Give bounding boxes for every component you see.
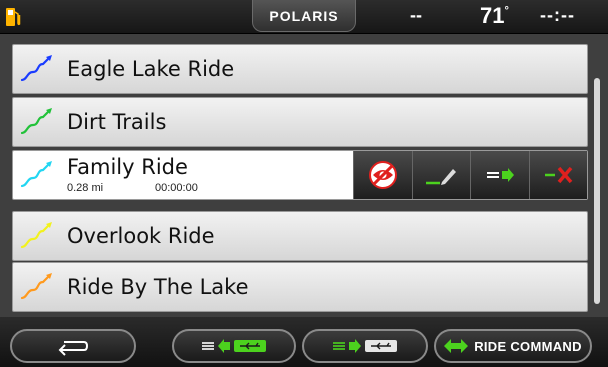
speed-readout: --	[410, 5, 422, 25]
temperature-unit: °	[504, 5, 509, 17]
route-icon	[20, 55, 52, 82]
status-bar: POLARIS -- 71° --:--	[0, 0, 608, 34]
double-arrow-icon	[444, 339, 469, 353]
ride-item-family-ride[interactable]: Family Ride 0.28 mi 00:00:00	[12, 150, 588, 200]
route-icon	[20, 161, 52, 188]
ride-item-eagle-lake[interactable]: Eagle Lake Ride	[12, 44, 588, 94]
ride-item-dirt-trails[interactable]: Dirt Trails	[12, 97, 588, 147]
ride-item-overlook[interactable]: Overlook Ride	[12, 211, 588, 261]
hide-ride-button[interactable]	[353, 151, 412, 199]
clock-readout: --:--	[540, 5, 575, 25]
route-icon	[20, 273, 52, 300]
list-scrollbar[interactable]	[594, 78, 600, 304]
ride-item-ride-by-the-lake[interactable]: Ride By The Lake	[12, 262, 588, 312]
ride-name: Dirt Trails	[67, 110, 167, 134]
ride-duration: 00:00:00	[155, 182, 198, 194]
ride-command-button[interactable]: RIDE COMMAND	[434, 329, 592, 363]
back-arrow-icon	[58, 341, 89, 356]
route-icon	[20, 222, 52, 249]
hide-visibility-icon	[368, 161, 397, 189]
send-ride-button[interactable]	[470, 151, 529, 199]
import-from-usb-icon	[202, 339, 266, 353]
rename-ride-button[interactable]	[411, 151, 470, 199]
temperature-value: 71	[480, 3, 505, 28]
ride-name: Eagle Lake Ride	[67, 57, 235, 81]
import-from-usb-button[interactable]	[172, 329, 296, 363]
send-icon	[486, 168, 514, 182]
ride-actions	[353, 151, 587, 199]
export-to-usb-button[interactable]	[302, 329, 428, 363]
rename-icon	[426, 169, 457, 185]
delete-icon	[545, 166, 573, 184]
delete-ride-button[interactable]	[528, 151, 587, 199]
ride-name: Overlook Ride	[67, 224, 215, 248]
export-to-usb-icon	[333, 339, 397, 353]
ride-name: Family Ride	[67, 155, 188, 179]
ride-distance: 0.28 mi	[67, 182, 104, 194]
temperature-readout: 71°	[480, 3, 509, 29]
ride-name: Ride By The Lake	[67, 275, 249, 299]
back-button[interactable]	[10, 329, 136, 363]
route-icon	[20, 108, 52, 135]
fuel-pump-icon	[6, 8, 21, 26]
brand-logo: POLARIS	[252, 0, 356, 32]
ride-command-label: RIDE COMMAND	[474, 338, 582, 354]
ride-list: Eagle Lake Ride Dirt Trails Family Ride …	[0, 34, 608, 317]
bottom-toolbar: RIDE COMMAND	[0, 317, 608, 367]
